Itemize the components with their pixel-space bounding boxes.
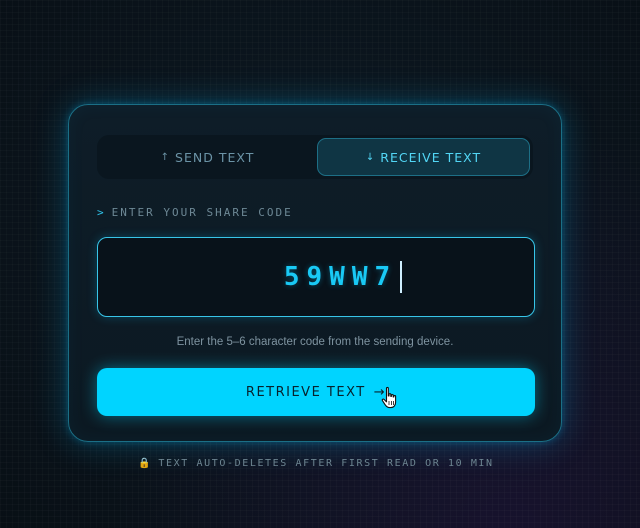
share-code-value: 59WW7 <box>283 262 398 292</box>
prompt-chevron-icon: > <box>97 206 106 219</box>
tab-send-label: SEND TEXT <box>175 149 255 165</box>
arrow-up-icon: ↑ <box>160 151 171 163</box>
lock-icon: 🔒 <box>138 458 153 469</box>
retrieve-text-button[interactable]: RETRIEVE TEXT → <box>97 368 535 416</box>
arrow-down-icon: ↓ <box>365 151 376 163</box>
retrieve-text-label: RETRIEVE TEXT <box>245 384 366 400</box>
tab-receive-label: RECEIVE TEXT <box>380 149 482 165</box>
auto-delete-notice-text: TEXT AUTO-DELETES AFTER FIRST READ OR 10… <box>158 458 494 469</box>
share-card: ↑ SEND TEXT ↓ RECEIVE TEXT > ENTER YOUR S… <box>68 104 562 442</box>
mode-tabs: ↑ SEND TEXT ↓ RECEIVE TEXT <box>97 135 533 179</box>
text-caret <box>400 261 403 293</box>
share-code-label-text: ENTER YOUR SHARE CODE <box>111 206 293 219</box>
share-code-input[interactable]: 59WW7 <box>97 237 535 317</box>
hand-pointer-icon <box>381 386 397 409</box>
share-code-label: > ENTER YOUR SHARE CODE <box>97 206 293 219</box>
auto-delete-notice: 🔒 TEXT AUTO-DELETES AFTER FIRST READ OR 1… <box>0 458 632 469</box>
share-code-hint: Enter the 5–6 character code from the se… <box>176 336 454 348</box>
tab-send-text[interactable]: ↑ SEND TEXT <box>101 138 314 176</box>
tab-receive-text[interactable]: ↓ RECEIVE TEXT <box>317 138 530 176</box>
